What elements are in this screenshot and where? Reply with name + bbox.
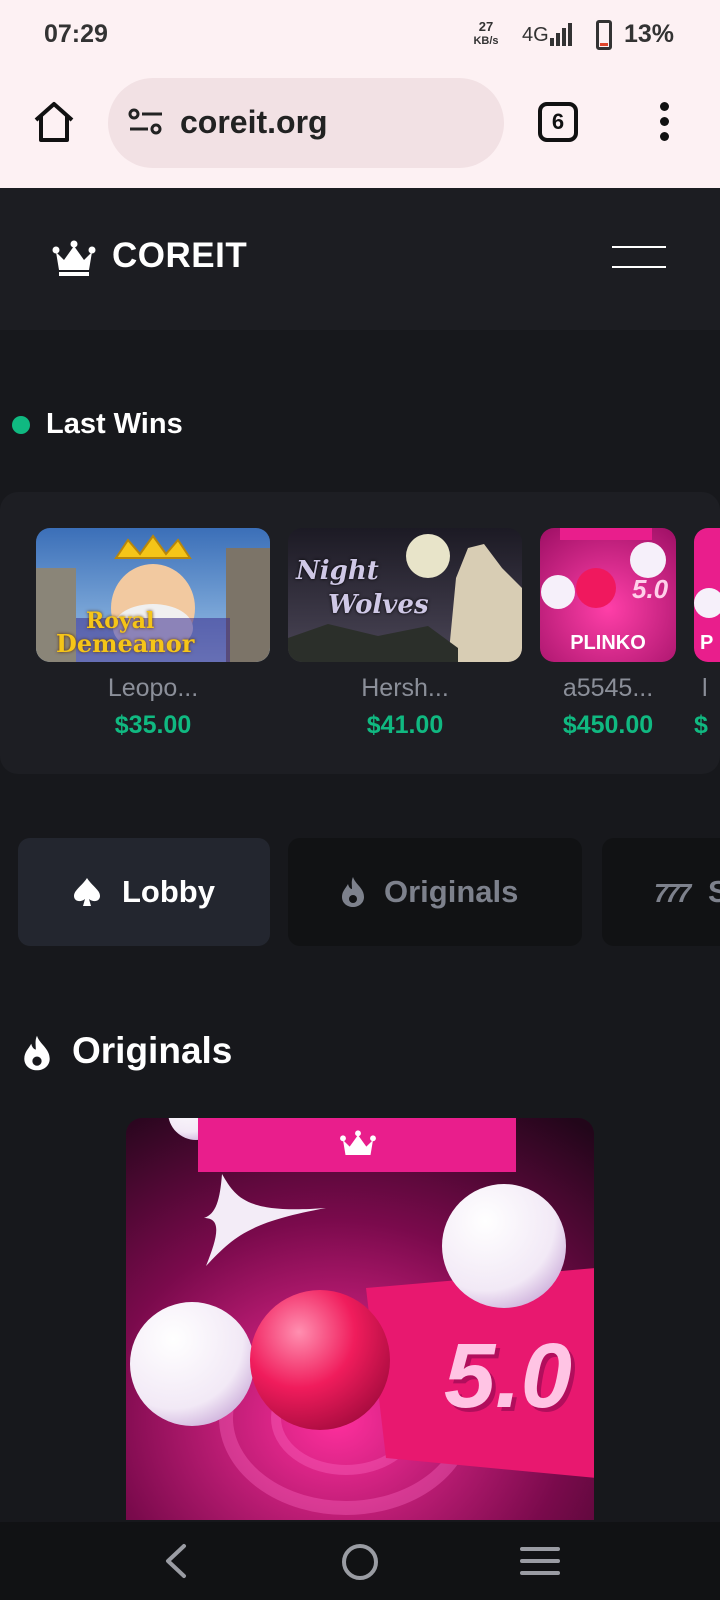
network-speed: 27 KB/s	[473, 19, 499, 47]
win-username: Hersh...	[361, 674, 449, 702]
tab-label: S	[708, 874, 720, 909]
tab-slots[interactable]: 777 S	[602, 838, 720, 946]
url-text[interactable]: coreit.org	[180, 104, 328, 141]
tab-originals[interactable]: Originals	[288, 838, 582, 946]
originals-game-card-plinko[interactable]: 5.0	[126, 1118, 594, 1520]
game-thumbnail-plinko[interactable]: P	[694, 528, 720, 662]
tab-lobby[interactable]: Lobby	[18, 838, 270, 946]
win-username: Leopo...	[107, 674, 199, 702]
signal-icon	[550, 23, 572, 46]
win-card[interactable]: Night Wolves Hersh... $41.00	[288, 528, 522, 740]
win-card[interactable]: 5.0 PLINKO a5545... $450.00	[540, 528, 676, 740]
battery-percent: 13%	[624, 20, 675, 48]
back-icon[interactable]	[162, 1542, 190, 1580]
fire-icon	[24, 1035, 50, 1071]
night-wolves-logo-line2: Wolves	[328, 590, 429, 620]
win-amount: $	[694, 711, 708, 739]
win-card[interactable]: Royal Demeanor Leopo... $35.00	[36, 528, 270, 740]
crown-icon	[340, 1130, 376, 1155]
tab-label: Originals	[384, 874, 519, 909]
game-thumbnail-night-wolves[interactable]: Night Wolves	[288, 528, 522, 662]
game-thumbnail-royal-demeanor[interactable]: Royal Demeanor	[36, 528, 270, 662]
win-amount: $450.00	[562, 711, 654, 739]
status-time: 07:29	[44, 20, 108, 48]
more-options-icon[interactable]	[660, 102, 670, 142]
battery-icon	[596, 20, 612, 50]
network-type: 4G	[522, 24, 549, 46]
originals-section-title: Originals	[72, 1030, 233, 1071]
plinko-logo: P	[700, 632, 714, 654]
status-bar	[0, 0, 720, 72]
spade-icon	[74, 878, 100, 906]
win-username: a5545...	[562, 674, 654, 702]
royal-demeanor-logo-line2: Demeanor	[56, 629, 195, 658]
plinko-logo: PLINKO	[570, 632, 646, 654]
win-card[interactable]: P l $	[694, 528, 720, 740]
featured-multiplier: 5.0	[444, 1325, 572, 1427]
featured-banner	[198, 1118, 516, 1172]
win-username: l	[702, 674, 708, 702]
game-thumbnail-plinko[interactable]: 5.0 PLINKO	[540, 528, 676, 662]
crown-logo-icon[interactable]	[52, 240, 96, 276]
home-nav-icon[interactable]	[340, 1542, 380, 1582]
night-wolves-logo-line1: Night	[296, 556, 379, 586]
win-amount: $41.00	[366, 711, 444, 739]
fire-icon	[342, 877, 364, 907]
win-amount: $35.00	[114, 711, 192, 739]
last-wins-carousel[interactable]: Royal Demeanor Leopo... $35.00 Night Wol…	[0, 492, 720, 774]
hamburger-menu-icon[interactable]	[612, 246, 666, 270]
last-wins-title: Last Wins	[46, 408, 183, 440]
recent-apps-icon[interactable]	[520, 1544, 560, 1578]
live-indicator-dot	[12, 416, 30, 434]
home-icon[interactable]	[30, 98, 78, 146]
system-navigation-bar	[0, 1522, 720, 1600]
plinko-multiplier: 5.0	[632, 574, 669, 604]
tab-label: Lobby	[122, 874, 215, 909]
slots-777-icon: 777	[654, 878, 691, 908]
tab-switcher-button[interactable]: 6	[538, 102, 578, 142]
site-settings-icon[interactable]	[128, 108, 164, 136]
brand-name[interactable]: COREIT	[112, 236, 247, 276]
